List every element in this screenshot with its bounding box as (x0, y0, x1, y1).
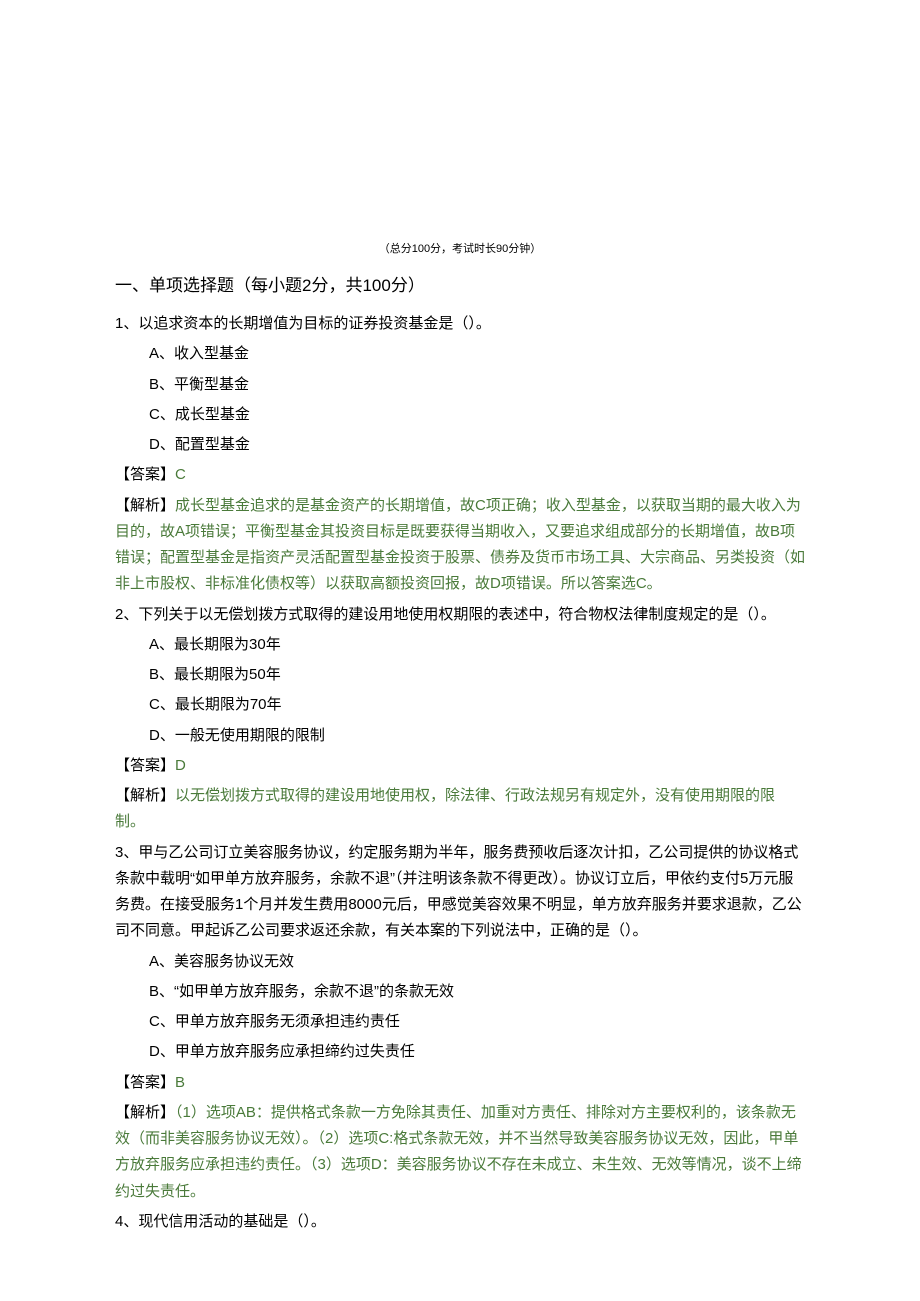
q2-explain-label: 【解析】 (115, 787, 175, 804)
q2-stem: 2、下列关于以无偿划拨方式取得的建设用地使用权期限的表述中，符合物权法律制度规定… (115, 602, 805, 628)
q1-explain-text: 成长型基金追求的是基金资产的长期增值，故C项正确；收入型基金，以获取当期的最大收… (115, 497, 805, 593)
q2-explanation: 【解析】以无偿划拨方式取得的建设用地使用权，除法律、行政法规另有规定外，没有使用… (115, 783, 805, 836)
q3-answer-label: 【答案】 (115, 1074, 175, 1091)
q1-answer-value: C (175, 466, 186, 483)
q2-answer-value: D (175, 757, 186, 774)
q2-option-b: B、最长期限为50年 (149, 662, 805, 688)
q4-stem: 4、现代信用活动的基础是（）。 (115, 1209, 805, 1235)
q1-option-b: B、平衡型基金 (149, 372, 805, 398)
q1-explain-label: 【解析】 (115, 497, 175, 514)
section-heading: 一、单项选择题（每小题2分，共100分） (115, 271, 805, 301)
exam-info: （总分100分，考试时长90分钟） (115, 240, 805, 259)
q1-answer-label: 【答案】 (115, 466, 175, 483)
q3-explain-label: 【解析】 (115, 1104, 175, 1121)
q2-option-a: A、最长期限为30年 (149, 632, 805, 658)
q3-stem: 3、甲与乙公司订立美容服务协议，约定服务期为半年，服务费预收后逐次计扣，乙公司提… (115, 840, 805, 945)
q1-option-a: A、收入型基金 (149, 341, 805, 367)
q2-option-d: D、一般无使用期限的限制 (149, 723, 805, 749)
exam-page: （总分100分，考试时长90分钟） 一、单项选择题（每小题2分，共100分） 1… (0, 0, 920, 1299)
q2-option-c: C、最长期限为70年 (149, 692, 805, 718)
q3-explanation: 【解析】（1）选项AB：提供格式条款一方免除其责任、加重对方责任、排除对方主要权… (115, 1100, 805, 1205)
q3-option-b: B、“如甲单方放弃服务，余款不退”的条款无效 (149, 979, 805, 1005)
q1-option-c: C、成长型基金 (149, 402, 805, 428)
q1-option-d: D、配置型基金 (149, 432, 805, 458)
q3-answer-value: B (175, 1074, 185, 1091)
q1-explanation: 【解析】成长型基金追求的是基金资产的长期增值，故C项正确；收入型基金，以获取当期… (115, 493, 805, 598)
q3-option-a: A、美容服务协议无效 (149, 949, 805, 975)
q3-answer: 【答案】B (115, 1070, 805, 1096)
q1-answer: 【答案】C (115, 462, 805, 488)
q2-explain-text: 以无偿划拨方式取得的建设用地使用权，除法律、行政法规另有规定外，没有使用期限的限… (115, 787, 775, 830)
q3-option-d: D、甲单方放弃服务应承担缔约过失责任 (149, 1039, 805, 1065)
q3-explain-text: （1）选项AB：提供格式条款一方免除其责任、加重对方责任、排除对方主要权利的，该… (115, 1104, 802, 1200)
q3-option-c: C、甲单方放弃服务无须承担违约责任 (149, 1009, 805, 1035)
q2-answer: 【答案】D (115, 753, 805, 779)
q2-answer-label: 【答案】 (115, 757, 175, 774)
q1-stem: 1、以追求资本的长期增值为目标的证券投资基金是（）。 (115, 311, 805, 337)
